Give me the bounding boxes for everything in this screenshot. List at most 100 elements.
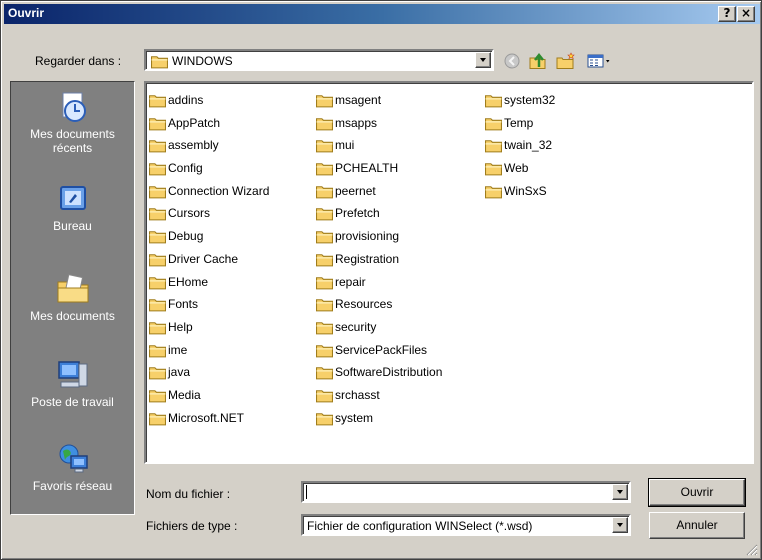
new-folder-icon[interactable] [555, 51, 577, 71]
file-item-label: Driver Cache [168, 251, 239, 266]
folder-icon [149, 206, 166, 221]
folder-icon [316, 161, 333, 176]
folder-icon [485, 184, 502, 199]
file-item-label: Temp [504, 115, 534, 130]
folder-icon [316, 365, 333, 380]
place-my-documents[interactable]: Mes documents [11, 272, 134, 323]
close-button[interactable]: × [737, 6, 755, 22]
place-my-computer[interactable]: Poste de travail [11, 358, 134, 409]
file-item-label: peernet [335, 183, 376, 198]
place-label: Mes documents récents [30, 127, 115, 155]
cancel-button[interactable]: Annuler [649, 512, 745, 539]
view-menu-icon[interactable] [585, 51, 615, 71]
file-item-label: AppPatch [168, 115, 221, 130]
filename-field[interactable] [301, 481, 631, 503]
file-item-label: Web [504, 161, 529, 176]
filetype-select[interactable]: Fichier de configuration WINSelect (*.ws… [301, 514, 631, 536]
place-label: Mes documents [30, 309, 115, 323]
filetype-label: Fichiers de type : [146, 519, 238, 533]
help-button[interactable]: ? [718, 6, 736, 22]
folder-icon [151, 54, 168, 69]
lookin-combo[interactable]: WINDOWS [144, 49, 494, 71]
desktop-icon [59, 186, 86, 210]
places-bar: Mes documents récents Bureau Mes documen… [10, 81, 135, 515]
folder-icon [316, 252, 333, 267]
filename-label: Nom du fichier : [146, 487, 231, 501]
file-item-label: mui [335, 138, 355, 153]
folder-icon [149, 365, 166, 380]
open-button[interactable]: Ouvrir [648, 478, 746, 507]
folder-icon [316, 206, 333, 221]
folder-icon [149, 138, 166, 153]
folder-icon [316, 320, 333, 335]
file-item-label: msapps [335, 115, 378, 130]
file-item-label: EHome [168, 274, 209, 289]
file-item-label: java [168, 365, 191, 380]
file-item-label: Media [168, 387, 201, 402]
file-item-label: Connection Wizard [168, 183, 270, 198]
folder-icon [149, 297, 166, 312]
folder-icon [316, 388, 333, 403]
chevron-down-icon[interactable] [612, 484, 628, 500]
window-title: Ouvrir [8, 6, 45, 20]
file-item-label: repair [335, 274, 366, 289]
folder-icon [149, 411, 166, 426]
file-item-label: msagent [335, 93, 382, 107]
folder-icon [316, 229, 333, 244]
filename-input[interactable] [305, 484, 605, 500]
place-label: Poste de travail [31, 395, 114, 409]
file-item-label: Prefetch [335, 206, 380, 221]
file-item-label: Cursors [168, 206, 211, 221]
open-dialog: Ouvrir ? × Regarder dans : WINDOWS Mes d… [0, 0, 762, 560]
file-item-label: Help [168, 319, 193, 334]
folder-icon [149, 252, 166, 267]
file-item-label: Config [168, 161, 203, 176]
folder-icon [316, 184, 333, 199]
network-places-icon [59, 444, 88, 473]
file-item-label: system [335, 410, 374, 425]
folder-icon [316, 297, 333, 312]
lookin-value: WINDOWS [172, 54, 233, 68]
file-item-label: PCHEALTH [335, 161, 399, 176]
folder-icon [149, 388, 166, 403]
file-item-label: addins [168, 93, 204, 107]
folder-icon [316, 411, 333, 426]
place-label: Bureau [53, 219, 92, 233]
place-recent-documents[interactable]: Mes documents récents [11, 90, 134, 155]
lookin-label: Regarder dans : [35, 54, 122, 68]
folder-icon [485, 93, 502, 108]
folder-icon [149, 184, 166, 199]
folder-icon [485, 161, 502, 176]
file-item-label: provisioning [335, 229, 400, 244]
file-item-label: twain_32 [504, 138, 553, 153]
folder-icon [316, 343, 333, 358]
file-item-label: security [335, 319, 377, 334]
place-network[interactable]: Favoris réseau [11, 442, 134, 493]
my-documents-icon [57, 274, 88, 303]
file-item-label: WinSxS [504, 183, 547, 198]
file-item-label: ServicePackFiles [335, 342, 428, 357]
recent-documents-icon [62, 92, 86, 122]
title-bar[interactable]: Ouvrir ? × [4, 4, 760, 24]
resize-grip-icon[interactable] [746, 544, 758, 556]
up-folder-icon[interactable] [527, 51, 549, 71]
back-icon[interactable] [501, 51, 523, 71]
folder-icon [149, 320, 166, 335]
file-list[interactable]: addins AppPatch assembly Config Connection W… [144, 81, 754, 464]
file-item-label: system32 [504, 93, 556, 107]
file-item-label: ime [168, 342, 188, 357]
file-item-label: Debug [168, 229, 204, 244]
file-item-label: Resources [335, 297, 393, 312]
file-item-label: SoftwareDistribution [335, 365, 443, 380]
folder-icon [149, 161, 166, 176]
chevron-down-icon[interactable] [475, 52, 491, 68]
folder-icon [316, 116, 333, 131]
folder-icon [316, 275, 333, 290]
chevron-down-icon[interactable] [612, 517, 628, 533]
file-item-label: srchasst [335, 387, 380, 402]
file-item-label: Registration [335, 251, 400, 266]
folder-icon [485, 116, 502, 131]
folder-icon [316, 93, 333, 108]
place-desktop[interactable]: Bureau [11, 182, 134, 233]
folder-icon [149, 93, 166, 108]
